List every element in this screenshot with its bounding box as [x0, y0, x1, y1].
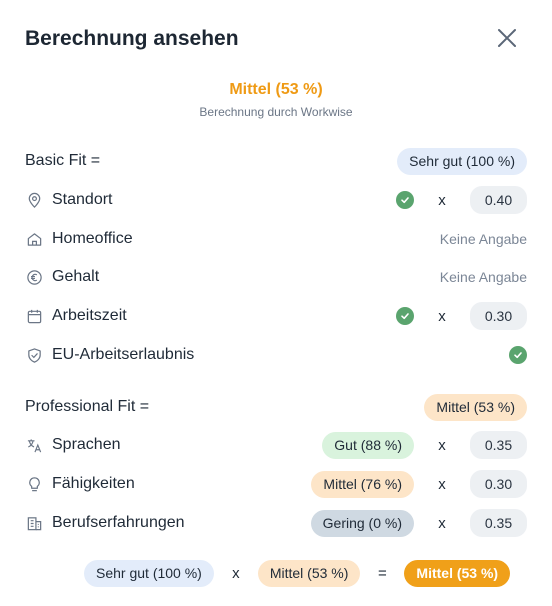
dialog-header: Berechnung ansehen	[25, 26, 527, 52]
multiply-sign: x	[438, 307, 446, 325]
score-badge: Mittel (76 %)	[311, 470, 414, 498]
shield-check-icon	[25, 346, 43, 364]
item-label: EU-Arbeitserlaubnis	[52, 346, 195, 363]
score-badge: Gut (88 %)	[322, 431, 414, 459]
result-formula: Sehr gut (100 %) x Mittel (53 %) = Mitte…	[84, 560, 527, 587]
professional-fit-item-faehigkeiten: Fähigkeiten Mittel (76 %) x 0.30	[25, 470, 527, 498]
translate-icon	[25, 436, 43, 454]
multiply-sign: x	[438, 436, 446, 454]
item-label: Fähigkeiten	[52, 475, 135, 492]
check-icon	[396, 191, 414, 209]
equals-sign: =	[378, 565, 387, 582]
weight-badge: 0.30	[470, 470, 527, 498]
professional-fit-row: Professional Fit = Mittel (53 %)	[25, 393, 527, 421]
close-icon	[498, 29, 516, 47]
basic-fit-item-homeoffice: Homeoffice Keine Angabe	[25, 225, 527, 253]
summary-score: Mittel (53 %)	[229, 81, 323, 98]
basic-fit-label: Basic Fit =	[25, 152, 101, 169]
multiply-sign: x	[232, 565, 240, 582]
weight-badge: 0.35	[470, 431, 527, 459]
dialog-title: Berechnung ansehen	[25, 27, 239, 50]
basic-fit-item-arbeitszeit: Arbeitszeit x 0.30	[25, 302, 527, 330]
multiply-sign: x	[438, 475, 446, 493]
professional-fit-result-badge: Mittel (53 %)	[257, 560, 361, 587]
euro-icon	[25, 268, 43, 286]
multiply-sign: x	[438, 191, 446, 209]
check-icon	[509, 346, 527, 364]
no-data-text: Keine Angabe	[439, 269, 527, 285]
professional-fit-item-berufserfahrungen: Berufserfahrungen Gering (0 %) x 0.35	[25, 509, 527, 537]
item-label: Gehalt	[52, 268, 100, 285]
calendar-icon	[25, 307, 43, 325]
item-label: Arbeitszeit	[52, 307, 127, 324]
close-button[interactable]	[495, 26, 519, 50]
building-icon	[25, 514, 43, 532]
item-label: Homeoffice	[52, 230, 133, 247]
basic-fit-item-eu-arbeitserlaubnis: EU-Arbeitserlaubnis	[25, 341, 527, 369]
professional-fit-score-badge: Mittel (53 %)	[424, 393, 527, 421]
weight-badge: 0.35	[470, 509, 527, 537]
weight-badge: 0.30	[470, 302, 527, 330]
total-result-badge: Mittel (53 %)	[404, 560, 511, 587]
item-label: Berufserfahrungen	[52, 514, 185, 531]
summary-subtitle: Berechnung durch Workwise	[199, 105, 353, 119]
lightbulb-icon	[25, 475, 43, 493]
professional-fit-label: Professional Fit =	[25, 398, 150, 415]
score-badge: Gering (0 %)	[310, 509, 414, 537]
basic-fit-row: Basic Fit = Sehr gut (100 %)	[25, 147, 527, 175]
no-data-text: Keine Angabe	[439, 231, 527, 247]
weight-badge: 0.40	[470, 186, 527, 214]
multiply-sign: x	[438, 514, 446, 532]
basic-fit-score-badge: Sehr gut (100 %)	[397, 147, 527, 175]
summary: Mittel (53 %) Berechnung durch Workwise	[0, 80, 552, 119]
check-icon	[396, 307, 414, 325]
item-label: Sprachen	[52, 436, 121, 453]
basic-fit-item-gehalt: Gehalt Keine Angabe	[25, 263, 527, 291]
home-icon	[25, 230, 43, 248]
professional-fit-item-sprachen: Sprachen Gut (88 %) x 0.35	[25, 431, 527, 459]
location-pin-icon	[25, 191, 43, 209]
item-label: Standort	[52, 191, 113, 208]
basic-fit-result-badge: Sehr gut (100 %)	[84, 560, 214, 587]
basic-fit-item-standort: Standort x 0.40	[25, 186, 527, 214]
